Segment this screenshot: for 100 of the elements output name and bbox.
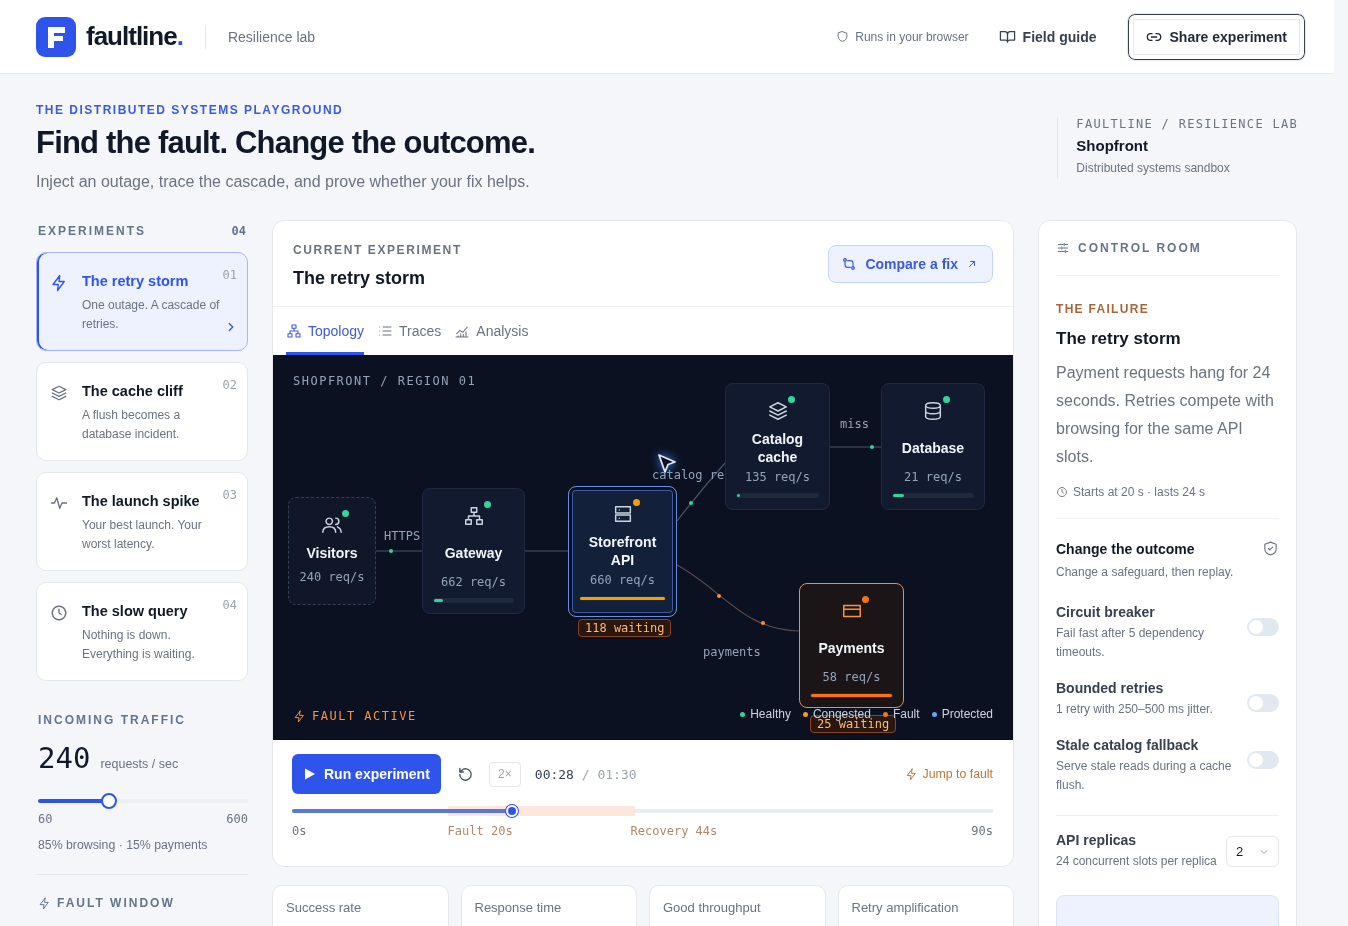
connector-label: catalog re xyxy=(652,468,725,482)
experiment-card[interactable]: The retry storm One outage. A cascade of retries. 01 xyxy=(36,252,248,351)
metric-label: Response time xyxy=(474,900,562,915)
timeline-marker: Recovery 44s xyxy=(630,824,718,838)
layers-icon xyxy=(766,400,789,422)
users-icon xyxy=(321,514,343,536)
experiment-title: The retry storm xyxy=(82,273,190,289)
experiment-number: 02 xyxy=(222,378,237,392)
share-button[interactable]: Share experiment xyxy=(1126,12,1306,61)
failure-timing: Starts at 20 s · lasts 24 s xyxy=(1073,485,1206,499)
sliders-icon xyxy=(1056,241,1070,255)
timeline-marker: 90s xyxy=(971,824,993,838)
experiment-card[interactable]: The launch spike Your best launch. Your worst latency. 03 xyxy=(36,472,248,571)
clock-icon xyxy=(50,604,68,622)
brand-name: faultline. xyxy=(86,21,183,52)
request-rate: 240 req/s xyxy=(299,570,365,584)
service-node[interactable]: Database 21 req/s xyxy=(881,383,985,510)
network-icon xyxy=(286,323,302,339)
connector xyxy=(375,549,423,553)
experiment-description: Nothing is down. Everything is waiting. xyxy=(82,627,196,663)
timeline-thumb[interactable] xyxy=(506,805,519,817)
jump-to-fault-link[interactable]: Jump to fault xyxy=(904,767,993,781)
tab[interactable]: Analysis xyxy=(454,307,529,355)
toggle-switch[interactable] xyxy=(1247,694,1279,712)
metric-label: Success rate xyxy=(286,900,362,915)
field-guide-link[interactable]: Field guide xyxy=(998,28,1097,45)
request-rate: 660 req/s xyxy=(590,573,655,587)
region-label: SHOPFRONT / REGION 01 xyxy=(293,374,477,388)
logo-icon xyxy=(36,16,76,57)
safeguard-description: Fail fast after 5 dependency timeouts. xyxy=(1056,625,1206,661)
section-heading: CONTROL ROOM xyxy=(1078,241,1202,255)
experiment-card[interactable]: The cache cliff A flush becomes a database incident. 02 xyxy=(36,362,248,461)
replicas-label: API replicas xyxy=(1056,832,1138,848)
service-node[interactable]: Catalog cache 135 req/s xyxy=(725,383,830,510)
range-min: 60 xyxy=(38,812,53,826)
breadcrumb: FAULTLINE / RESILIENCE LAB xyxy=(1076,117,1298,131)
project-name: Shopfront xyxy=(1076,137,1149,154)
failure-title: The retry storm xyxy=(1056,329,1182,349)
outcome-title: Change the outcome xyxy=(1056,540,1195,557)
project-caption: Distributed systems sandbox xyxy=(1076,161,1231,175)
safeguard-description: Serve stale reads during a cache flush. xyxy=(1056,758,1233,794)
service-node[interactable]: Gateway 662 req/s xyxy=(422,488,525,614)
experiment-description: A flush becomes a database incident. xyxy=(82,407,182,443)
legend-label: Protected xyxy=(941,707,993,721)
experiment-description: One outage. A cascade of retries. xyxy=(82,297,221,333)
database-icon xyxy=(922,400,944,422)
service-node[interactable]: Payments 58 req/s xyxy=(799,583,904,708)
node-name: Payments xyxy=(818,639,885,658)
shield-icon xyxy=(836,30,850,43)
service-node[interactable]: Storefront API 660 req/s xyxy=(568,486,677,617)
connector xyxy=(829,445,882,449)
eyebrow: THE DISTRIBUTED SYSTEMS PLAYGROUND xyxy=(36,103,345,117)
traffic-unit: requests / sec xyxy=(100,757,179,771)
traffic-mix: 85% browsing · 15% payments xyxy=(37,838,209,852)
tab[interactable]: Traces xyxy=(377,307,442,355)
node-name: Gateway xyxy=(444,544,503,563)
network-icon xyxy=(462,505,485,527)
bolt-icon xyxy=(904,767,918,781)
compare-icon xyxy=(841,256,858,272)
replicas-caption: 24 concurrent slots per replica xyxy=(1056,853,1217,870)
reset-button[interactable] xyxy=(456,765,474,783)
bolt-icon xyxy=(293,709,306,723)
range-max: 600 xyxy=(226,812,248,826)
compare-button[interactable]: Compare a fix xyxy=(828,245,993,283)
traffic-value: 240 xyxy=(38,741,91,775)
outcome-caption: Change a safeguard, then replay. xyxy=(1056,565,1235,579)
connector-label: miss xyxy=(840,417,869,431)
node-name: Visitors xyxy=(306,544,358,562)
section-heading: EXPERIMENTS xyxy=(38,224,146,238)
node-name: Storefront API xyxy=(587,533,658,569)
experiment-card[interactable]: The slow query Nothing is down. Everything is waiting. 04 xyxy=(36,582,248,681)
safeguard-description: 1 retry with 250–500 ms jitter. xyxy=(1056,701,1214,718)
metric-label: Retry amplification xyxy=(851,900,959,915)
request-rate: 662 req/s xyxy=(441,575,506,589)
browser-note: Runs in your browser xyxy=(855,29,969,44)
timeline-marker: 0s xyxy=(292,824,307,838)
metric-label: Good throughput xyxy=(663,900,761,915)
connector-label: payments xyxy=(703,645,761,659)
arrow-up-right-icon xyxy=(966,258,978,270)
failure-description: Payment requests hang for 24 seconds. Retries compete with browsing for the same API slots. xyxy=(1056,363,1275,467)
replicas-select[interactable]: 2 xyxy=(1226,836,1279,867)
chart-icon xyxy=(454,323,471,339)
page-title: Find the fault. Change the outcome. xyxy=(36,125,535,161)
page-subtitle: Inject an outage, trace the cascade, and prove whether your fix helps. xyxy=(36,173,531,191)
layers-icon xyxy=(50,384,68,402)
slider-thumb[interactable] xyxy=(101,793,118,809)
toggle-switch[interactable] xyxy=(1247,618,1279,636)
legend-label: Fault xyxy=(892,707,920,721)
experiment-number: 03 xyxy=(222,488,237,502)
pulse-icon xyxy=(50,494,68,512)
experiment-title: The slow query xyxy=(82,603,189,619)
run-button[interactable]: Run experiment xyxy=(292,754,441,794)
queue-badge: 118 waiting xyxy=(578,619,672,637)
experiment-number: 04 xyxy=(222,598,237,612)
service-node[interactable]: Visitors 240 req/s xyxy=(288,497,376,605)
experiment-count: 04 xyxy=(231,224,246,238)
toggle-switch[interactable] xyxy=(1247,751,1279,769)
legend-label: Healthy xyxy=(750,707,791,721)
book-icon xyxy=(998,28,1016,45)
play-icon xyxy=(304,768,316,780)
